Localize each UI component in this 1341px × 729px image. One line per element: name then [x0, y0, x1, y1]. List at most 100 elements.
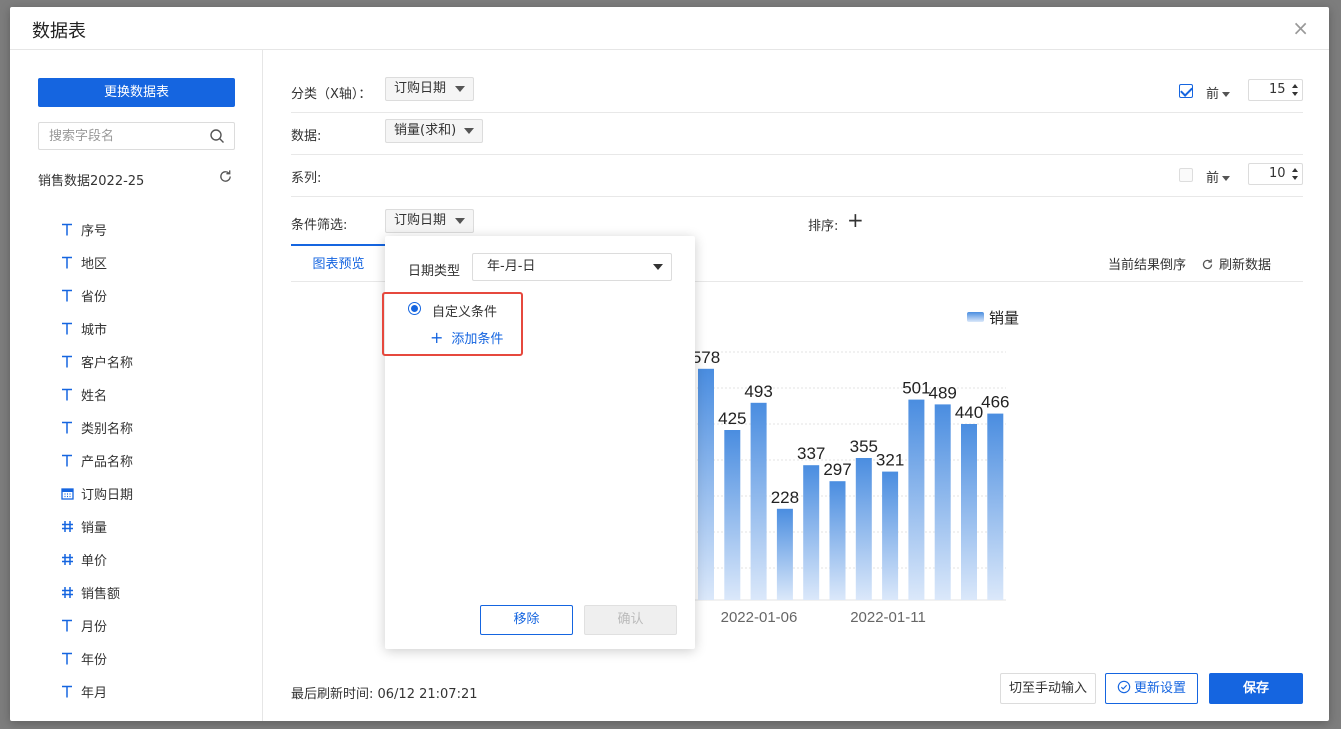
text-field-icon: [60, 454, 74, 468]
bar[interactable]: [698, 368, 714, 600]
close-icon[interactable]: ×: [1292, 18, 1309, 38]
custom-condition-radio[interactable]: [408, 302, 421, 315]
series-label: 系列:: [291, 171, 322, 186]
text-field-icon: [60, 322, 74, 336]
caret-up-icon[interactable]: [1292, 84, 1298, 88]
text-field-icon: [60, 289, 74, 303]
save-button[interactable]: 保存: [1209, 673, 1303, 704]
text-field-icon: [60, 619, 74, 633]
field-item[interactable]: 客户名称: [60, 345, 133, 378]
field-search-input[interactable]: [39, 123, 199, 149]
tab-chart-preview[interactable]: 图表预览: [291, 244, 386, 282]
check-circle-icon: [1117, 680, 1131, 694]
data-label: 493: [744, 382, 772, 401]
category-top-checkbox[interactable]: [1179, 84, 1193, 98]
field-list: 序号地区省份城市 客户名称姓名类别名称产品名称订购日期销量单价销售额月份年份 年月: [60, 213, 133, 708]
legend-label[interactable]: 销量: [989, 309, 1019, 327]
update-settings-button[interactable]: 更新设置: [1105, 673, 1198, 704]
caret-down-icon[interactable]: [1292, 92, 1298, 96]
date-type-value: 年-月-日: [487, 259, 536, 274]
remove-button[interactable]: 移除: [480, 605, 573, 635]
text-field-icon: [60, 388, 74, 402]
field-label: 序号: [81, 224, 108, 239]
bar[interactable]: [961, 424, 977, 600]
chevron-down-icon: [455, 86, 465, 92]
chevron-down-icon: [653, 264, 663, 270]
category-dropdown[interactable]: 订购日期: [385, 77, 474, 101]
bar[interactable]: [829, 481, 846, 600]
field-label: 订购日期: [81, 488, 134, 503]
field-item[interactable]: 姓名: [60, 378, 133, 411]
confirm-button: 确认: [584, 605, 677, 635]
data-value: 销量(求和): [394, 123, 457, 138]
data-label: 228: [771, 488, 799, 507]
data-label: 501: [902, 379, 930, 398]
bar[interactable]: [776, 508, 793, 600]
caret-down-icon: [1222, 176, 1231, 181]
add-condition-button[interactable]: + 添加条件: [430, 328, 503, 347]
field-label: 销售额: [81, 587, 121, 602]
series-top-checkbox[interactable]: [1179, 168, 1193, 182]
field-item[interactable]: 单价: [60, 543, 133, 576]
field-item[interactable]: 省份: [60, 279, 133, 312]
field-panel: 更换数据表 销售数据2022-25 序号地区省份城市客户名称姓名类别名称产品名称…: [10, 50, 263, 721]
field-item[interactable]: 地区: [60, 246, 133, 279]
field-item[interactable]: 月份: [60, 609, 133, 642]
filter-dropdown[interactable]: 订购日期: [385, 209, 474, 233]
field-item[interactable]: 年月: [60, 675, 133, 708]
date-type-select[interactable]: 年-月-日: [472, 253, 672, 281]
bar[interactable]: [882, 471, 899, 600]
field-item[interactable]: 销量: [60, 510, 133, 543]
reverse-results-button[interactable]: 当前结果倒序: [1108, 254, 1186, 273]
add-condition-label: 添加条件: [451, 332, 504, 347]
bar[interactable]: [934, 404, 951, 600]
category-label: 分类（X轴）：: [291, 87, 372, 102]
caret-down-icon[interactable]: [1292, 176, 1298, 180]
bar[interactable]: [750, 402, 767, 600]
category-top-stepper[interactable]: 15: [1248, 79, 1303, 101]
chevron-down-icon: [464, 128, 474, 134]
number-field-icon: [60, 586, 74, 600]
category-top-label: 前: [1206, 87, 1220, 102]
legend-swatch: [967, 312, 984, 322]
bar[interactable]: [987, 413, 1004, 600]
bar[interactable]: [855, 458, 872, 600]
bar[interactable]: [908, 399, 925, 600]
data-row: 数据: 销量(求和): [291, 113, 1303, 155]
change-table-button[interactable]: 更换数据表: [38, 78, 235, 107]
data-dropdown[interactable]: 销量(求和): [385, 119, 483, 143]
caret-up-icon[interactable]: [1292, 168, 1298, 172]
category-top-value: 15: [1269, 82, 1286, 97]
field-item[interactable]: 销售额: [60, 576, 133, 609]
field-item[interactable]: 城市: [60, 312, 133, 345]
field-item[interactable]: 产品名称: [60, 444, 133, 477]
plus-icon: +: [430, 328, 444, 347]
data-label: 321: [876, 451, 904, 470]
field-label: 类别名称: [81, 422, 134, 437]
field-item[interactable]: 年份: [60, 642, 133, 675]
field-item[interactable]: 订购日期: [60, 477, 133, 510]
add-sort-icon[interactable]: +: [847, 210, 864, 230]
field-search: [38, 122, 235, 150]
series-top-stepper[interactable]: 10: [1248, 163, 1303, 185]
field-label: 省份: [81, 290, 108, 305]
field-label: 月份: [81, 620, 108, 635]
manual-input-button[interactable]: 切至手动输入: [1000, 673, 1096, 704]
field-item[interactable]: 类别名称: [60, 411, 133, 444]
data-label: 466: [981, 393, 1009, 412]
field-item[interactable]: 序号: [60, 213, 133, 246]
field-label: 单价: [81, 554, 108, 569]
search-icon[interactable]: [209, 128, 225, 144]
category-row: 分类（X轴）： 订购日期 前 15: [291, 71, 1303, 113]
x-tick-label: 2022-01-11: [850, 609, 926, 626]
text-field-icon: [60, 223, 74, 237]
field-label: 姓名: [81, 389, 108, 404]
refresh-icon[interactable]: [218, 169, 233, 184]
chevron-down-icon: [455, 218, 465, 224]
refresh-data-button[interactable]: 刷新数据: [1201, 254, 1271, 273]
category-top-dropdown[interactable]: 前: [1206, 83, 1231, 102]
series-top-dropdown[interactable]: 前: [1206, 167, 1231, 186]
bar[interactable]: [803, 465, 820, 600]
bar[interactable]: [724, 430, 741, 600]
series-row: 系列: 前 10: [291, 155, 1303, 197]
